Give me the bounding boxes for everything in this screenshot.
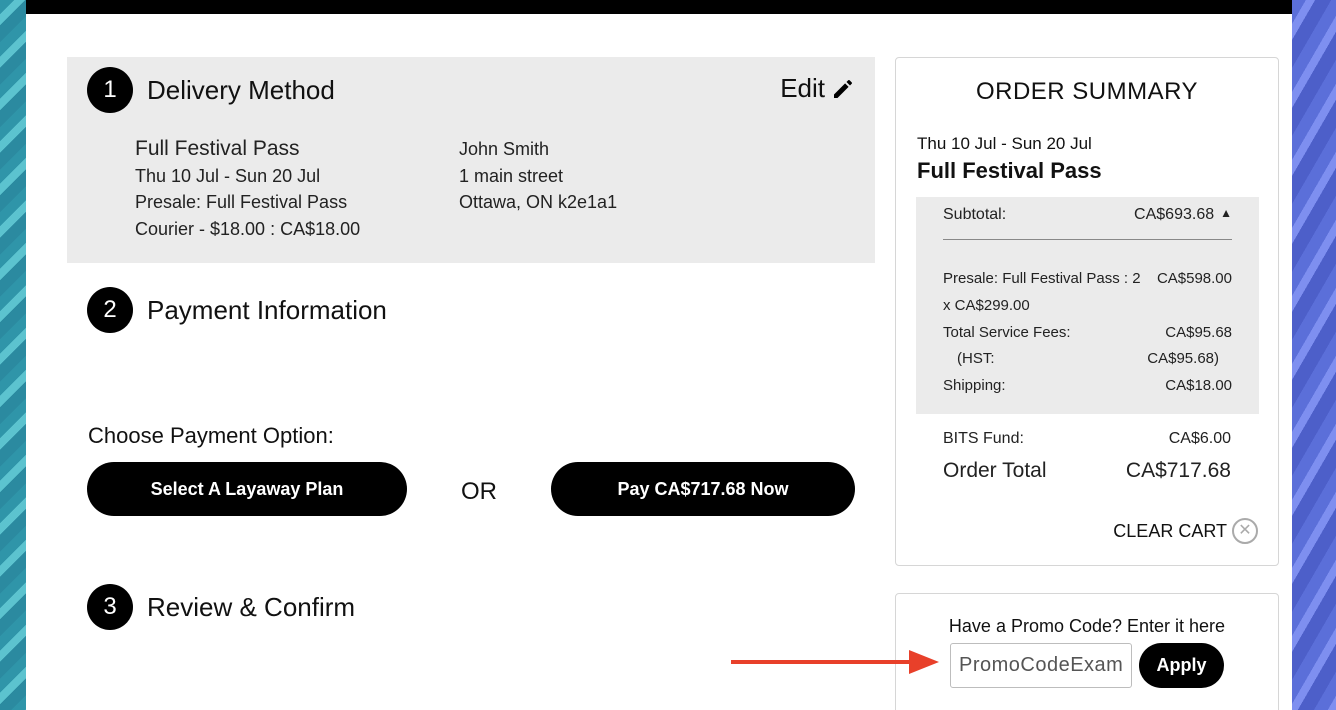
summary-product: Full Festival Pass (917, 158, 1102, 183)
step-number-1: 1 (87, 67, 133, 113)
clear-cart-button[interactable]: CLEAR CART ✕ (1113, 518, 1258, 544)
shipping-address: John Smith 1 main street Ottawa, ON k2e1… (459, 136, 617, 216)
shipping-line: Shipping: CA$18.00 (943, 377, 1232, 394)
pencil-icon (834, 79, 852, 98)
ticket-courier: Courier - $18.00 : CA$18.00 (135, 218, 361, 239)
address-name: John Smith (459, 139, 550, 159)
presale-line: Presale: Full Festival Pass : 2 CA$598.0… (943, 270, 1232, 287)
subtotal-amount: CA$693.68 ▲ (1134, 206, 1232, 224)
edit-delivery-button[interactable]: Edit (780, 73, 855, 104)
delivery-method-title: Delivery Method (147, 74, 335, 105)
review-confirm-title: Review & Confirm (147, 591, 356, 622)
hst-line: (HST: CA$95.68) (957, 350, 1219, 367)
payment-information-header: 2 Payment Information (87, 287, 387, 333)
review-confirm-header: 3 Review & Confirm (87, 584, 355, 630)
address-street: 1 main street (459, 165, 564, 186)
service-fees-value: CA$95.68 (1165, 324, 1232, 341)
subtotal-label: Subtotal: (943, 206, 1007, 223)
red-arrow-icon (731, 650, 939, 674)
subtotal-breakdown: Subtotal: CA$693.68 ▲ Presale: Full Festi… (916, 197, 1259, 414)
delivery-method-header: 1 Delivery Method (87, 67, 335, 113)
service-fees-line: Total Service Fees: CA$95.68 (943, 324, 1232, 341)
step-number-2: 2 (87, 287, 133, 333)
shipping-label: Shipping: (943, 377, 1006, 394)
promo-code-panel: Have a Promo Code? Enter it here Apply (895, 593, 1279, 710)
background-right (1292, 0, 1336, 710)
address-city: Ottawa, ON k2e1a1 (459, 192, 618, 212)
hst-value: CA$95.68) (1147, 350, 1219, 367)
edit-label: Edit (780, 73, 825, 103)
or-separator: OR (461, 478, 497, 505)
chevron-up-icon[interactable]: ▲ (1220, 206, 1232, 220)
subtotal-value: CA$693.68 (1134, 206, 1215, 223)
ticket-dates: Thu 10 Jul - Sun 20 Jul (135, 165, 321, 186)
order-summary-panel: ORDER SUMMARY Thu 10 Jul - Sun 20 Jul Fu… (895, 57, 1279, 566)
promo-code-input[interactable] (950, 643, 1132, 688)
delivery-method-section: 1 Delivery Method Edit Full Festival Pas… (67, 57, 875, 263)
ticket-name: Full Festival Pass (135, 137, 300, 160)
apply-promo-button[interactable]: Apply (1139, 643, 1224, 688)
clear-cart-label: CLEAR CART (1113, 520, 1227, 541)
subtotal-divider (943, 239, 1232, 240)
close-circle-icon: ✕ (1232, 518, 1258, 544)
layaway-plan-button[interactable]: Select A Layaway Plan (87, 462, 407, 516)
presale-line-value: CA$598.00 (1156, 270, 1232, 287)
bits-fund-row: BITS Fund: CA$6.00 (943, 430, 1231, 448)
order-total-label: Order Total (943, 459, 1047, 482)
shipping-value: CA$18.00 (1165, 377, 1232, 394)
summary-dates: Thu 10 Jul - Sun 20 Jul (917, 134, 1092, 153)
order-summary-title: ORDER SUMMARY (975, 78, 1199, 105)
payment-information-title: Payment Information (147, 294, 387, 325)
top-bar (26, 0, 1292, 14)
ticket-presale: Presale: Full Festival Pass (135, 192, 348, 212)
background-left (0, 0, 26, 710)
subtotal-row[interactable]: Subtotal: CA$693.68 ▲ (943, 206, 1232, 224)
presale-unit-price: x CA$299.00 (943, 297, 1030, 314)
promo-code-label: Have a Promo Code? Enter it here (948, 616, 1226, 636)
choose-payment-label: Choose Payment Option: (88, 423, 334, 448)
pay-now-button[interactable]: Pay CA$717.68 Now (551, 462, 855, 516)
order-total-row: Order Total CA$717.68 (943, 459, 1231, 483)
hst-label: (HST: (957, 350, 995, 367)
service-fees-label: Total Service Fees: (943, 324, 1071, 341)
order-total-value: CA$717.68 (1125, 459, 1231, 482)
step-number-3: 3 (87, 584, 133, 630)
presale-unit-line: x CA$299.00 (943, 297, 1232, 314)
bits-fund-label: BITS Fund: (943, 430, 1024, 447)
presale-line-label: Presale: Full Festival Pass : 2 (943, 270, 1141, 287)
ticket-details: Full Festival Pass Thu 10 Jul - Sun 20 J… (135, 136, 360, 242)
bits-fund-value: CA$6.00 (1168, 430, 1231, 447)
